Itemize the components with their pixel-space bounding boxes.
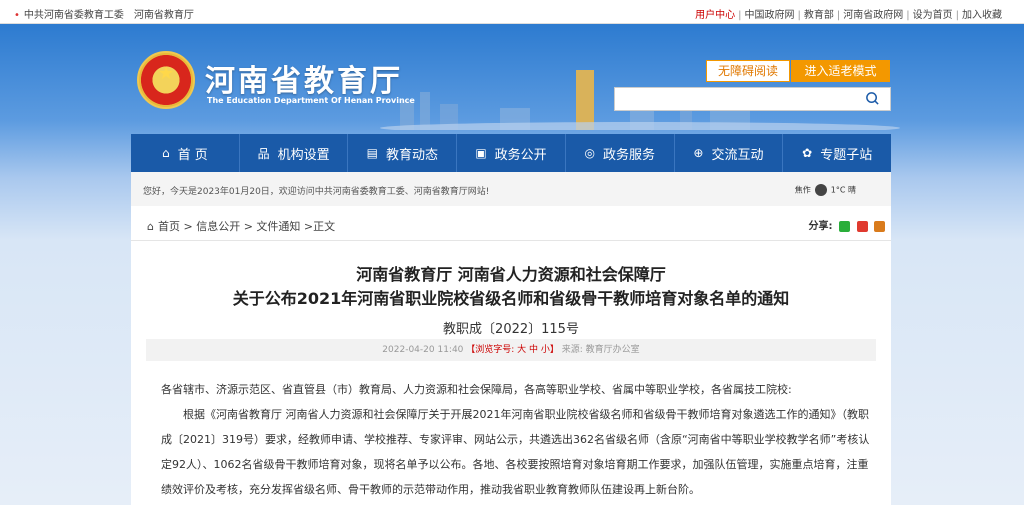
top-bar: • 中共河南省委教育工委 河南省教育厅 用户中心 | 中国政府网 | 教育部 | 河南省政府网 |… xyxy=(0,0,1024,24)
document-icon: ▣ xyxy=(475,146,487,160)
nav-item-interaction[interactable]: ⊕ 交流互动 xyxy=(675,134,784,172)
weather-widget: 焦作 1°C 晴 xyxy=(795,184,856,196)
chat-icon: ⊕ xyxy=(693,146,704,160)
salutation: 各省辖市、济源示范区、省直管县（市）教育局、人力资源和社会保障局，各高等职业学校… xyxy=(161,383,792,396)
link-education-dept[interactable]: 河南省教育厅 xyxy=(134,10,194,21)
weibo-share-icon[interactable] xyxy=(856,220,868,232)
wechat-share-icon[interactable] xyxy=(839,220,851,232)
link-party-committee[interactable]: 中共河南省委教育工委 xyxy=(24,10,124,21)
nav-item-topics[interactable]: ✿ 专题子站 xyxy=(783,134,891,172)
national-emblem-logo[interactable]: ★ xyxy=(137,51,195,109)
share-bar: 分享: xyxy=(809,217,885,232)
link-user-center[interactable]: 用户中心 xyxy=(695,10,735,21)
breadcrumb-current: 正文 xyxy=(313,220,336,233)
article-meta: 2022-04-20 11:40 【浏览字号: 大 中 小】 来源: 教育厅办公… xyxy=(146,339,876,361)
nav-item-home[interactable]: ⌂ 首 页 xyxy=(131,134,240,172)
site-title[interactable]: 河南省教育厅 xyxy=(205,56,403,100)
link-set-homepage[interactable]: 设为首页 xyxy=(913,10,953,21)
service-icon: ◎ xyxy=(584,146,595,160)
top-bar-left: • 中共河南省委教育工委 河南省教育厅 xyxy=(14,6,204,21)
link-gov[interactable]: 中国政府网 xyxy=(745,10,795,21)
top-bar-right: 用户中心 | 中国政府网 | 教育部 | 河南省政府网 | 设为首页 | 加入收藏 xyxy=(695,10,1002,21)
elder-mode-button[interactable]: 进入适老模式 xyxy=(791,60,890,82)
breadcrumb: ⌂ 首页 > 信息公开 > 文件通知 >正文 xyxy=(147,220,336,233)
nav-item-organization[interactable]: 品机构设置 xyxy=(240,134,349,172)
font-size-control[interactable]: 【浏览字号: 大 中 小】 xyxy=(466,345,559,355)
article-title-line2: 关于公布2021年河南省职业院校省级名师和省级骨干教师培育对象名单的通知 xyxy=(232,289,790,308)
nav-item-news[interactable]: ▤ 教育动态 xyxy=(348,134,458,172)
article-body: 各省辖市、济源示范区、省直管县（市）教育局、人力资源和社会保障局，各高等职业学校… xyxy=(161,377,871,502)
welcome-text: 您好，今天是2023年01月20日，欢迎访问中共河南省委教育工委、河南省教育厅网… xyxy=(143,187,490,197)
bullet-icon: • xyxy=(14,10,20,21)
breadcrumb-info[interactable]: 信息公开 xyxy=(196,220,240,233)
nav-item-services[interactable]: ◎ 政务服务 xyxy=(566,134,675,172)
main-nav: ⌂ 首 页 品机构设置 ▤ 教育动态 ▣ 政务公开 ◎ 政务服务 ⊕ 交流互动 ✿ 专题子站 xyxy=(131,134,891,172)
search-icon[interactable] xyxy=(865,91,880,106)
welcome-bar: 您好，今天是2023年01月20日，欢迎访问中共河南省委教育工委、河南省教育厅网… xyxy=(131,172,891,206)
qq-share-icon[interactable] xyxy=(874,220,885,232)
link-moe[interactable]: 教育部 xyxy=(804,10,834,21)
share-label: 分享: xyxy=(808,221,833,232)
accessibility-button[interactable]: 无障碍阅读 xyxy=(706,60,790,82)
news-icon: ▤ xyxy=(366,146,378,160)
weather-temp: 1°C 晴 xyxy=(830,185,856,195)
breadcrumb-home[interactable]: 首页 xyxy=(158,220,180,233)
link-henan-gov[interactable]: 河南省政府网 xyxy=(843,10,903,21)
divider xyxy=(131,240,891,241)
article-source: 来源: 教育厅办公室 xyxy=(561,345,640,355)
nav-item-gov-affairs[interactable]: ▣ 政务公开 xyxy=(457,134,566,172)
weather-icon xyxy=(814,184,827,196)
org-icon: 品 xyxy=(257,146,270,161)
search-input[interactable] xyxy=(615,89,855,111)
topic-icon: ✿ xyxy=(802,146,813,160)
article-title-line1: 河南省教育厅 河南省人力资源和社会保障厅 xyxy=(356,265,666,284)
weather-city: 焦作 xyxy=(794,185,811,195)
search-box xyxy=(614,87,891,111)
article-panel: ⌂ 首页 > 信息公开 > 文件通知 >正文 分享: 河南省教育厅 河南省人力资源… xyxy=(131,206,891,505)
breadcrumb-notices[interactable]: 文件通知 xyxy=(256,220,300,233)
site-title-en: The Education Department Of Henan Provin… xyxy=(207,96,415,105)
document-number: 教职成〔2022〕115号 xyxy=(443,322,579,337)
paragraph: 根据《河南省教育厅 河南省人力资源和社会保障厅关于开展2021年河南省职业院校省… xyxy=(161,408,870,496)
home-icon: ⌂ xyxy=(147,220,154,233)
publish-date: 2022-04-20 11:40 xyxy=(382,345,464,355)
link-add-favorite[interactable]: 加入收藏 xyxy=(962,10,1002,21)
home-icon: ⌂ xyxy=(161,146,170,160)
star-icon: ★ xyxy=(158,63,175,84)
